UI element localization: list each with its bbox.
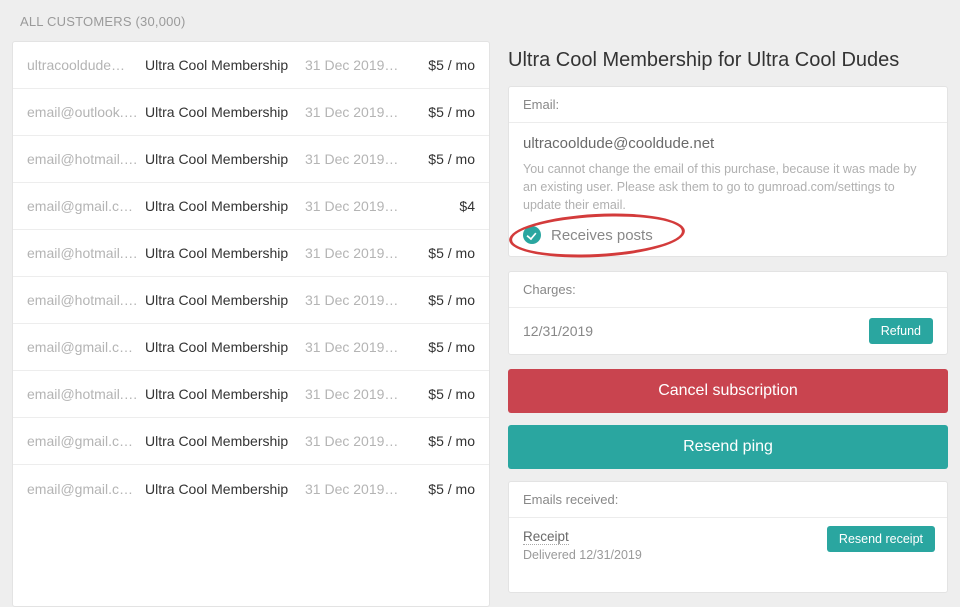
table-row[interactable]: email@hotmail.…Ultra Cool Membership31 D… bbox=[13, 371, 489, 418]
row-email: email@hotmail.… bbox=[27, 245, 145, 261]
resend-receipt-button[interactable]: Resend receipt bbox=[827, 526, 935, 552]
receipt-link[interactable]: Receipt bbox=[523, 529, 569, 545]
row-date: 31 Dec 2019… bbox=[305, 433, 405, 449]
page-header: ALL CUSTOMERS (30,000) bbox=[0, 0, 960, 41]
table-row[interactable]: email@gmail.c…Ultra Cool Membership31 De… bbox=[13, 324, 489, 371]
email-card: Email: ultracooldude@cooldude.net You ca… bbox=[508, 86, 948, 257]
table-row[interactable]: email@hotmail.…Ultra Cool Membership31 D… bbox=[13, 277, 489, 324]
customer-list: ultracooldude…Ultra Cool Membership31 De… bbox=[12, 41, 490, 607]
table-row[interactable]: email@gmail.c…Ultra Cool Membership31 De… bbox=[13, 183, 489, 230]
row-email: email@hotmail.… bbox=[27, 151, 145, 167]
resend-ping-button[interactable]: Resend ping bbox=[508, 425, 948, 469]
row-date: 31 Dec 2019… bbox=[305, 198, 405, 214]
row-email: email@gmail.c… bbox=[27, 198, 145, 214]
row-price: $5 / mo bbox=[405, 339, 475, 355]
row-product: Ultra Cool Membership bbox=[145, 433, 305, 449]
charges-card-head: Charges: bbox=[509, 272, 947, 308]
customer-detail-panel: Ultra Cool Membership for Ultra Cool Dud… bbox=[508, 41, 948, 607]
row-date: 31 Dec 2019… bbox=[305, 57, 405, 73]
table-row[interactable]: email@outlook.…Ultra Cool Membership31 D… bbox=[13, 89, 489, 136]
all-customers-title: ALL CUSTOMERS (30,000) bbox=[20, 14, 186, 29]
email-value: ultracooldude@cooldude.net bbox=[523, 135, 933, 152]
table-row[interactable]: ultracooldude…Ultra Cool Membership31 De… bbox=[13, 42, 489, 89]
refund-button[interactable]: Refund bbox=[869, 318, 933, 344]
row-product: Ultra Cool Membership bbox=[145, 57, 305, 73]
row-email: email@gmail.c… bbox=[27, 433, 145, 449]
row-price: $5 / mo bbox=[405, 481, 475, 497]
row-date: 31 Dec 2019… bbox=[305, 339, 405, 355]
row-date: 31 Dec 2019… bbox=[305, 386, 405, 402]
row-product: Ultra Cool Membership bbox=[145, 245, 305, 261]
email-label: Email: bbox=[523, 97, 559, 112]
row-email: email@gmail.c… bbox=[27, 339, 145, 355]
row-price: $5 / mo bbox=[405, 104, 475, 120]
row-price: $5 / mo bbox=[405, 386, 475, 402]
charge-date: 12/31/2019 bbox=[523, 323, 593, 339]
table-row[interactable]: email@gmail.c…Ultra Cool Membership31 De… bbox=[13, 465, 489, 512]
row-price: $5 / mo bbox=[405, 57, 475, 73]
emails-received-label: Emails received: bbox=[523, 492, 618, 507]
table-row[interactable]: email@hotmail.…Ultra Cool Membership31 D… bbox=[13, 136, 489, 183]
cancel-subscription-button[interactable]: Cancel subscription bbox=[508, 369, 948, 413]
row-product: Ultra Cool Membership bbox=[145, 481, 305, 497]
row-date: 31 Dec 2019… bbox=[305, 245, 405, 261]
row-product: Ultra Cool Membership bbox=[145, 386, 305, 402]
row-product: Ultra Cool Membership bbox=[145, 151, 305, 167]
charges-label: Charges: bbox=[523, 282, 576, 297]
email-note: You cannot change the email of this purc… bbox=[523, 160, 933, 214]
row-email: email@outlook.… bbox=[27, 104, 145, 120]
row-price: $5 / mo bbox=[405, 433, 475, 449]
receives-posts-label: Receives posts bbox=[551, 227, 653, 244]
row-email: email@gmail.c… bbox=[27, 481, 145, 497]
table-row[interactable]: email@gmail.c…Ultra Cool Membership31 De… bbox=[13, 418, 489, 465]
row-price: $5 / mo bbox=[405, 292, 475, 308]
row-price: $4 bbox=[405, 198, 475, 214]
row-date: 31 Dec 2019… bbox=[305, 292, 405, 308]
row-product: Ultra Cool Membership bbox=[145, 198, 305, 214]
check-icon bbox=[523, 226, 541, 244]
row-date: 31 Dec 2019… bbox=[305, 481, 405, 497]
row-date: 31 Dec 2019… bbox=[305, 151, 405, 167]
row-email: email@hotmail.… bbox=[27, 292, 145, 308]
row-product: Ultra Cool Membership bbox=[145, 339, 305, 355]
emails-received-head: Emails received: bbox=[509, 482, 947, 518]
row-email: email@hotmail.… bbox=[27, 386, 145, 402]
row-email: ultracooldude… bbox=[27, 57, 145, 73]
receives-posts-row[interactable]: Receives posts bbox=[523, 226, 933, 244]
row-price: $5 / mo bbox=[405, 151, 475, 167]
email-card-head: Email: bbox=[509, 87, 947, 123]
row-price: $5 / mo bbox=[405, 245, 475, 261]
charges-card: Charges: 12/31/2019 Refund bbox=[508, 271, 948, 355]
row-product: Ultra Cool Membership bbox=[145, 104, 305, 120]
emails-received-card: Emails received: Receipt Delivered 12/31… bbox=[508, 481, 948, 593]
table-row[interactable]: email@hotmail.…Ultra Cool Membership31 D… bbox=[13, 230, 489, 277]
row-product: Ultra Cool Membership bbox=[145, 292, 305, 308]
row-date: 31 Dec 2019… bbox=[305, 104, 405, 120]
detail-title: Ultra Cool Membership for Ultra Cool Dud… bbox=[508, 49, 948, 72]
